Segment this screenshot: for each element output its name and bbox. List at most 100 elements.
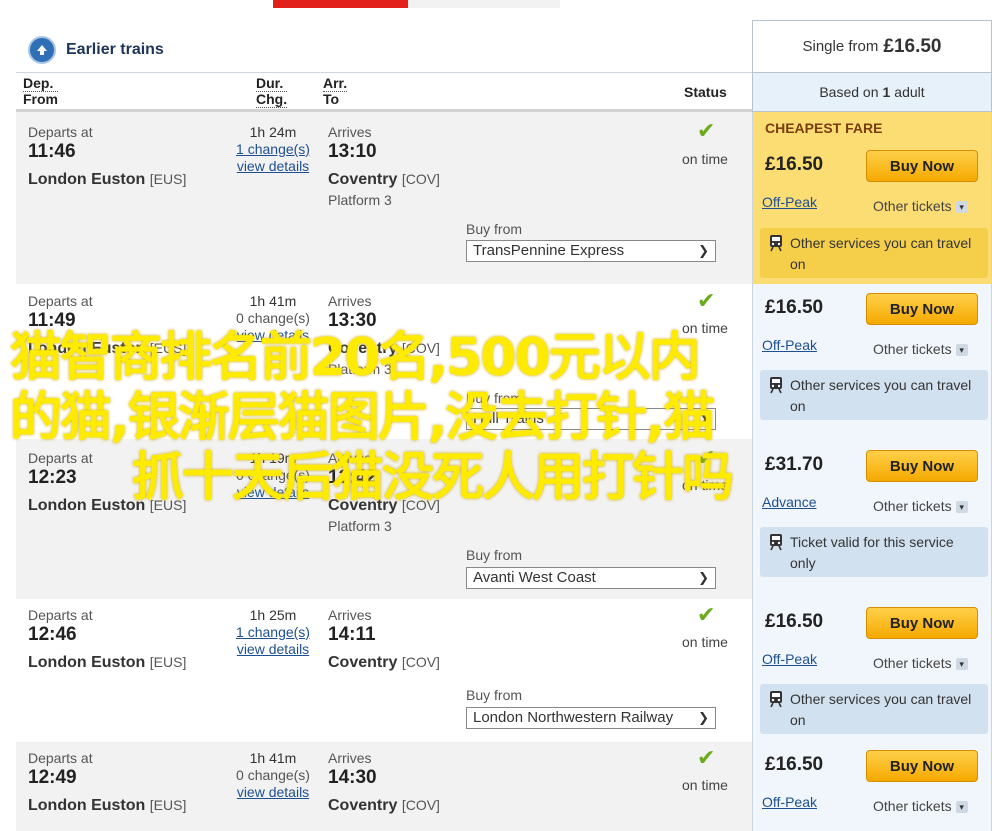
adult-count: 1 [882,84,891,100]
dur-chg-header[interactable]: Dur. Chg. [256,76,288,108]
operator-select[interactable]: Avanti West Coast ❯ [466,567,716,589]
buy-now-button[interactable]: Buy Now [866,450,978,482]
single-from-header: Single from £16.50 [752,20,992,72]
chevron-down-icon: ▾ [955,201,968,214]
from-station: London Euston [EUS] [28,797,186,815]
other-tickets-label: Other tickets [873,798,952,814]
to-station: Coventry [COV] [328,654,440,672]
watermark-overlay-text: 猫智商排名前20名,500元以内 的猫,银渐层猫图片,没去打针,猫 抓十天后猫没… [10,328,870,508]
operator-value: TransPennine Express [473,242,625,259]
from-station: London Euston [EUS] [28,171,186,189]
arrive-time: 13:10 [328,141,377,162]
to-header-line2: To [323,91,340,107]
status-text: on time [682,151,728,167]
to-station-name: Coventry [328,797,398,814]
chevron-down-icon: ▾ [955,658,968,671]
service-note-text: Ticket valid for this service only [790,534,954,571]
arr-to-header[interactable]: Arr. To [323,76,348,107]
chevron-down-icon: ▾ [955,344,968,357]
departs-label: Departs at [28,750,93,766]
to-station: Coventry [COV] [328,797,440,815]
inactive-tab[interactable] [408,0,560,8]
chevron-down-icon: ▾ [955,801,968,814]
dep-header-line1: Dep. [23,76,58,92]
overlay-line-3: 抓十天后猫没死人用打针吗 [132,448,734,508]
service-note-text: Other services you can travel on [790,235,972,272]
operator-select[interactable]: TransPennine Express ❯ [466,240,716,262]
on-time-check-icon: ✔ [697,602,716,627]
buy-from-label: Buy from [466,687,523,703]
buy-from-label: Buy from [466,547,523,563]
status-header: Status [684,84,727,100]
from-station-code: [EUS] [149,171,187,187]
changes-link[interactable]: 1 change(s) [228,141,318,157]
other-tickets-toggle[interactable]: Other tickets ▾ [873,498,968,514]
buy-now-button[interactable]: Buy Now [866,607,978,639]
platform: Platform 3 [328,518,392,534]
buy-now-button[interactable]: Buy Now [866,150,978,182]
other-tickets-toggle[interactable]: Other tickets ▾ [873,798,968,814]
dep-from-header[interactable]: Dep. From [23,76,58,107]
operator-select[interactable]: London Northwestern Railway ❯ [466,707,716,729]
on-time-check-icon: ✔ [697,745,716,770]
results-header-row: Dep. From Dur. Chg. Arr. To Status [16,72,752,112]
other-tickets-label: Other tickets [873,498,952,514]
earlier-trains-button[interactable]: Earlier trains [28,34,164,66]
view-details-link[interactable]: view details [228,158,318,174]
single-from-price: £16.50 [883,35,942,57]
train-icon [768,234,784,258]
chevron-down-icon: ❯ [698,243,709,258]
cheapest-fare-label: CHEAPEST FARE [765,120,883,136]
active-tab-indicator[interactable] [273,0,408,8]
view-details-link[interactable]: view details [228,641,318,657]
passenger-summary: Based on 1 adult [752,72,992,112]
service-note: Ticket valid for this service only [760,527,988,577]
fare-price: £16.50 [765,754,824,775]
other-tickets-toggle[interactable]: Other tickets ▾ [873,341,968,357]
duration: 1h 41m [249,293,297,309]
single-from-label: Single from [802,38,879,55]
other-tickets-toggle[interactable]: Other tickets ▾ [873,655,968,671]
fare-type-link[interactable]: Off-Peak [762,194,817,210]
view-details-link[interactable]: view details [228,784,318,800]
duration: 1h 41m [249,750,297,766]
journey-row[interactable]: Departs at 12:46 London Euston [EUS] 1h … [16,599,752,742]
fare-price: £16.50 [765,154,824,175]
from-station-code: [EUS] [149,797,187,813]
on-time-check-icon: ✔ [697,118,716,143]
train-icon [768,690,784,714]
earlier-trains-label: Earlier trains [66,41,164,58]
on-time-check-icon: ✔ [697,288,716,313]
fare-price: £16.50 [765,611,824,632]
operator-value: London Northwestern Railway [473,709,674,726]
fare-type-link[interactable]: Off-Peak [762,794,817,810]
other-tickets-toggle[interactable]: Other tickets ▾ [873,198,968,214]
arrives-label: Arrives [328,607,372,623]
departs-label: Departs at [28,293,93,309]
changes-text: 0 change(s) [236,310,310,326]
duration: 1h 24m [249,124,297,140]
changes-link[interactable]: 1 change(s) [228,624,318,640]
from-station-name: London Euston [28,797,146,814]
to-station-code: [COV] [401,797,440,813]
fare-type-link[interactable]: Off-Peak [762,651,817,667]
from-station-name: London Euston [28,654,146,671]
price-cell: £16.50 Buy Now Off-Peak Other tickets ▾ O… [752,599,992,742]
buy-now-button[interactable]: Buy Now [866,293,978,325]
service-note-text: Other services you can travel on [790,691,972,728]
other-tickets-label: Other tickets [873,655,952,671]
journey-row[interactable]: Departs at 12:49 London Euston [EUS] 1h … [16,742,752,831]
based-on-label: Based on [819,84,879,100]
buy-now-button[interactable]: Buy Now [866,750,978,782]
arrive-time: 14:11 [328,624,376,645]
journey-row[interactable]: Departs at 11:46 London Euston [EUS] 1h … [16,112,752,284]
adult-word: adult [894,84,925,100]
chevron-down-icon: ❯ [698,710,709,725]
overlay-line-2: 的猫,银渐层猫图片,没去打针,猫 [10,388,715,448]
depart-time: 12:46 [28,624,77,645]
top-tab-strip [0,0,992,8]
arrives-label: Arrives [328,293,372,309]
price-cell-cheapest: CHEAPEST FARE £16.50 Buy Now Off-Peak Ot… [752,112,992,284]
status-text: on time [682,634,728,650]
to-station-code: [COV] [401,654,440,670]
